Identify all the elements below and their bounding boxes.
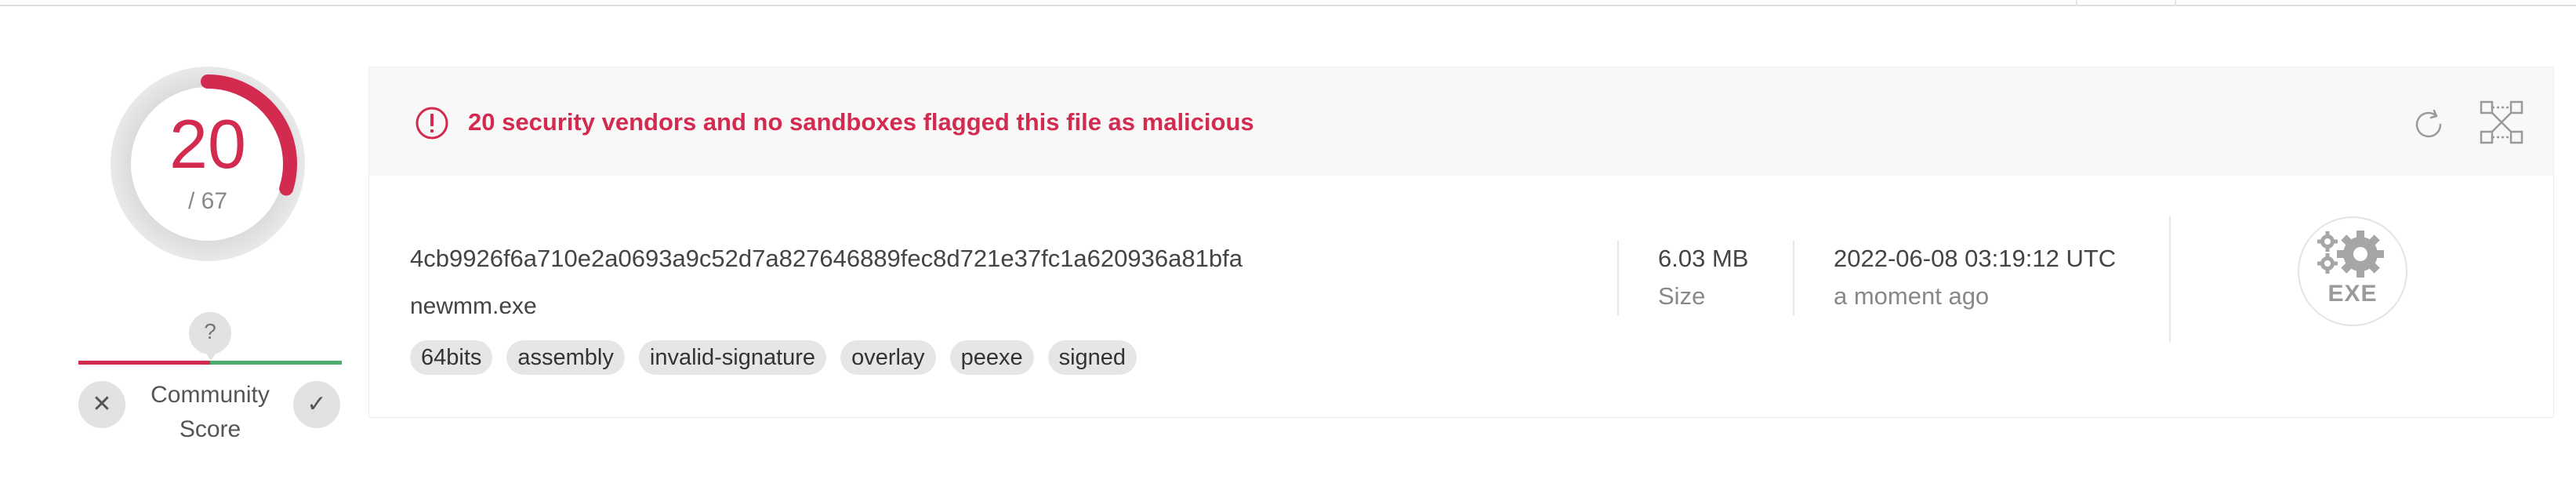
top-bar-divider: [2175, 0, 2176, 6]
similar-graph-icon[interactable]: [2478, 99, 2525, 146]
file-tag[interactable]: signed: [1047, 340, 1137, 375]
engine-total: / 67: [187, 188, 228, 214]
file-type-badge: EXE: [2298, 216, 2407, 326]
divider: [2169, 216, 2171, 342]
community-label-line1: Community: [151, 382, 270, 408]
close-icon: ✕: [92, 391, 112, 417]
file-summary-card: 20 security vendors and no sandboxes fla…: [368, 67, 2554, 418]
file-tag[interactable]: peexe: [949, 340, 1034, 375]
divider: [1793, 240, 1794, 315]
community-score: ? ✕ Community Score ✓: [78, 312, 342, 445]
gears-icon: [2317, 231, 2384, 278]
detection-score-gauge: 20 / 67: [110, 66, 306, 262]
file-tags: 64bits assembly invalid-signature overlay pe…: [410, 340, 1137, 375]
file-size-label: Size: [1658, 282, 1706, 310]
analysis-date: 2022-06-08 03:19:12 UTC: [1834, 245, 2117, 272]
checkmark-icon: ✓: [307, 391, 327, 417]
community-score-value: ?: [189, 312, 231, 361]
vote-harmful-button[interactable]: ✕: [78, 381, 125, 428]
file-tag[interactable]: overlay: [840, 340, 936, 375]
detection-alert: 20 security vendors and no sandboxes fla…: [369, 67, 2553, 176]
file-hash[interactable]: 4cb9926f6a710e2a0693a9c52d7a827646889fec…: [410, 245, 1243, 273]
community-negative-bar: [78, 361, 210, 365]
vote-harmless-button[interactable]: ✓: [293, 381, 340, 428]
community-score-label: Community Score: [133, 378, 287, 447]
file-tag[interactable]: assembly: [506, 340, 625, 375]
file-tag[interactable]: 64bits: [410, 340, 493, 375]
file-tag[interactable]: invalid-signature: [638, 340, 827, 375]
alert-circle-icon: [415, 107, 448, 140]
analysis-date-relative: a moment ago: [1834, 282, 1990, 310]
file-size-value: 6.03 MB: [1658, 245, 1749, 272]
top-bar: [0, 0, 2576, 6]
detection-alert-message: 20 security vendors and no sandboxes fla…: [468, 108, 1254, 136]
detection-count: 20: [169, 105, 246, 183]
file-type-label: EXE: [2327, 281, 2378, 307]
community-positive-bar: [210, 361, 342, 365]
divider: [1617, 240, 1619, 315]
reanalyze-icon[interactable]: [2407, 104, 2450, 146]
top-bar-divider: [2076, 0, 2077, 6]
community-label-line2: Score: [179, 416, 241, 442]
file-name: newmm.exe: [410, 293, 537, 319]
